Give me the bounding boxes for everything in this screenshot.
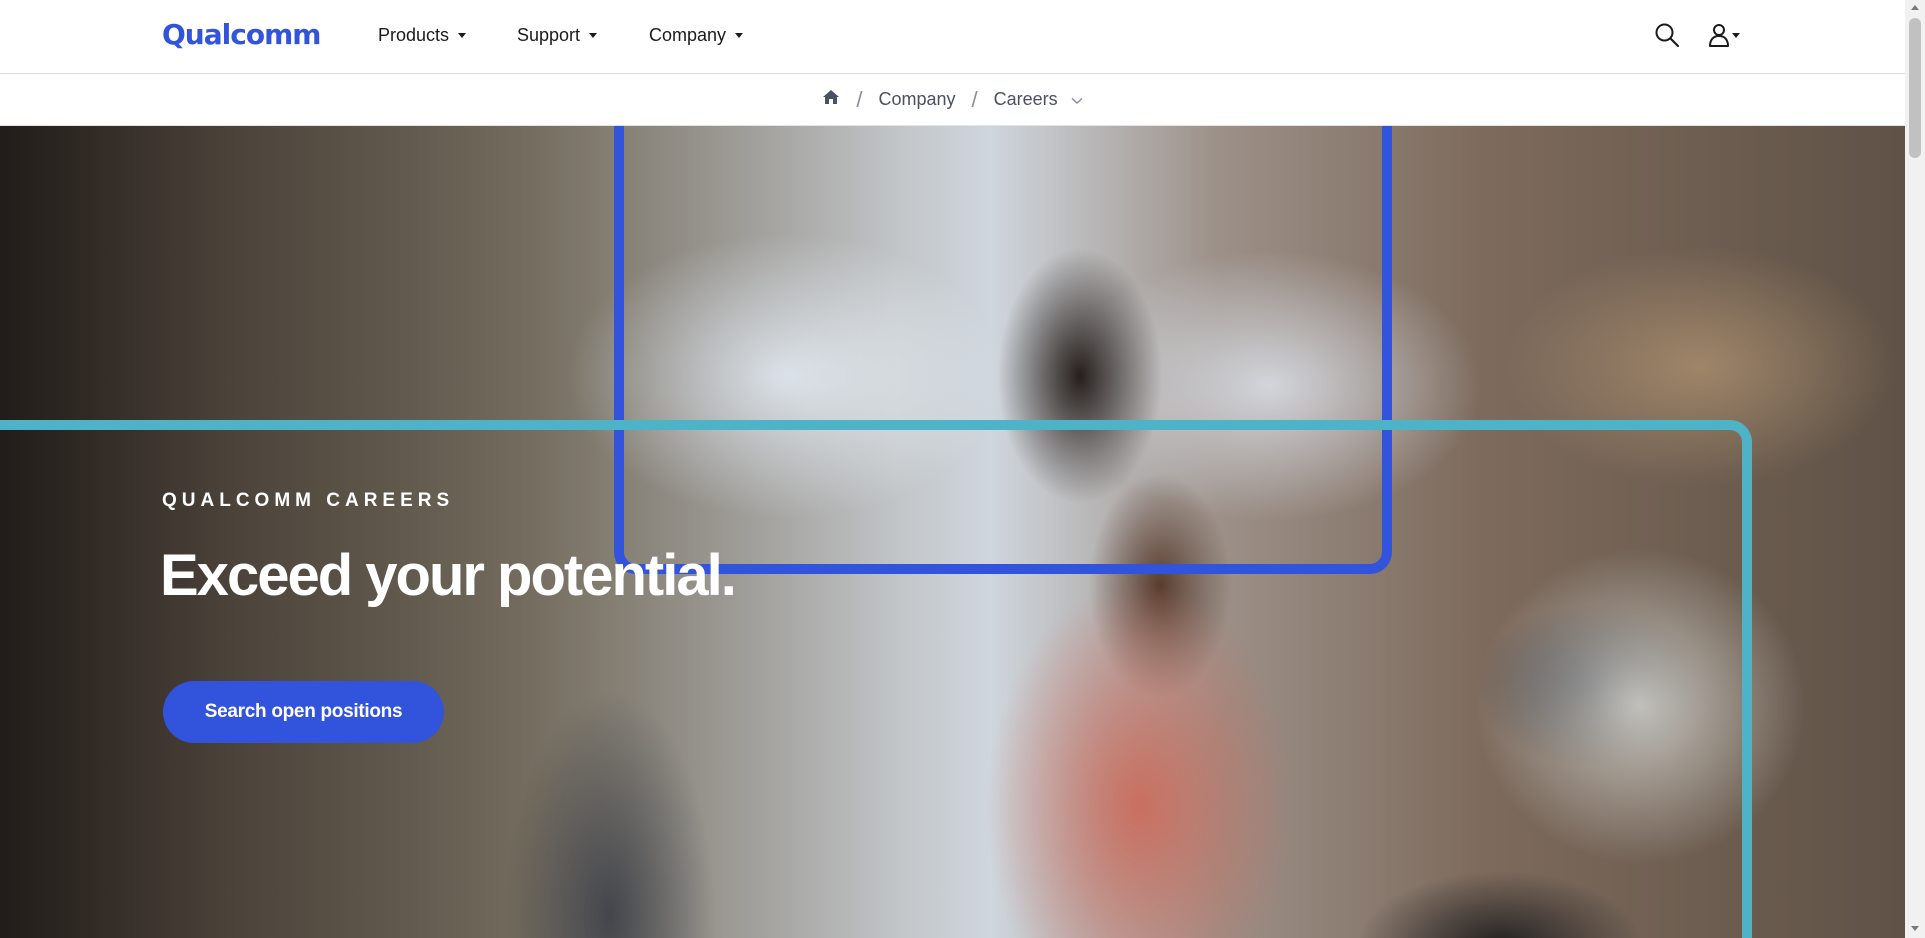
- home-icon: [823, 90, 840, 104]
- caret-down-icon: [589, 33, 598, 38]
- caret-down-icon: [458, 33, 467, 38]
- search-icon: [1655, 23, 1680, 48]
- breadcrumb-company[interactable]: Company: [878, 89, 955, 110]
- nav-support-label: Support: [517, 25, 581, 45]
- breadcrumb-separator: /: [856, 86, 863, 112]
- chevron-down-icon: [1071, 97, 1083, 105]
- nav-support[interactable]: Support: [517, 25, 598, 46]
- breadcrumb-separator: /: [971, 86, 978, 112]
- nav-company[interactable]: Company: [649, 25, 744, 46]
- nav-products[interactable]: Products: [378, 25, 467, 46]
- qualcomm-logo[interactable]: Qualcomm: [162, 18, 321, 51]
- hero-banner: QUALCOMM CAREERS Exceed your potential. …: [0, 126, 1905, 938]
- breadcrumb-careers-label: Careers: [993, 89, 1058, 109]
- hero-title: Exceed your potential.: [160, 543, 737, 608]
- search-button[interactable]: [1654, 22, 1680, 53]
- scroll-down-arrow-icon[interactable]: [1911, 926, 1919, 931]
- hero-eyebrow: QUALCOMM CAREERS: [162, 490, 455, 511]
- top-navigation: Qualcomm Products Support Company: [0, 0, 1905, 74]
- search-open-positions-button[interactable]: Search open positions: [163, 681, 444, 743]
- breadcrumb-careers[interactable]: Careers: [994, 89, 1083, 110]
- user-icon: [1709, 24, 1740, 47]
- nav-products-label: Products: [378, 25, 450, 45]
- scrollbar-thumb[interactable]: [1909, 18, 1921, 158]
- scroll-up-arrow-icon[interactable]: [1911, 5, 1919, 10]
- caret-down-icon: [735, 33, 744, 38]
- nav-company-label: Company: [649, 25, 727, 45]
- account-button[interactable]: [1708, 22, 1742, 53]
- breadcrumb-home[interactable]: [822, 89, 840, 110]
- breadcrumb: / Company / Careers: [0, 74, 1905, 126]
- page-scrollbar[interactable]: [1905, 0, 1925, 938]
